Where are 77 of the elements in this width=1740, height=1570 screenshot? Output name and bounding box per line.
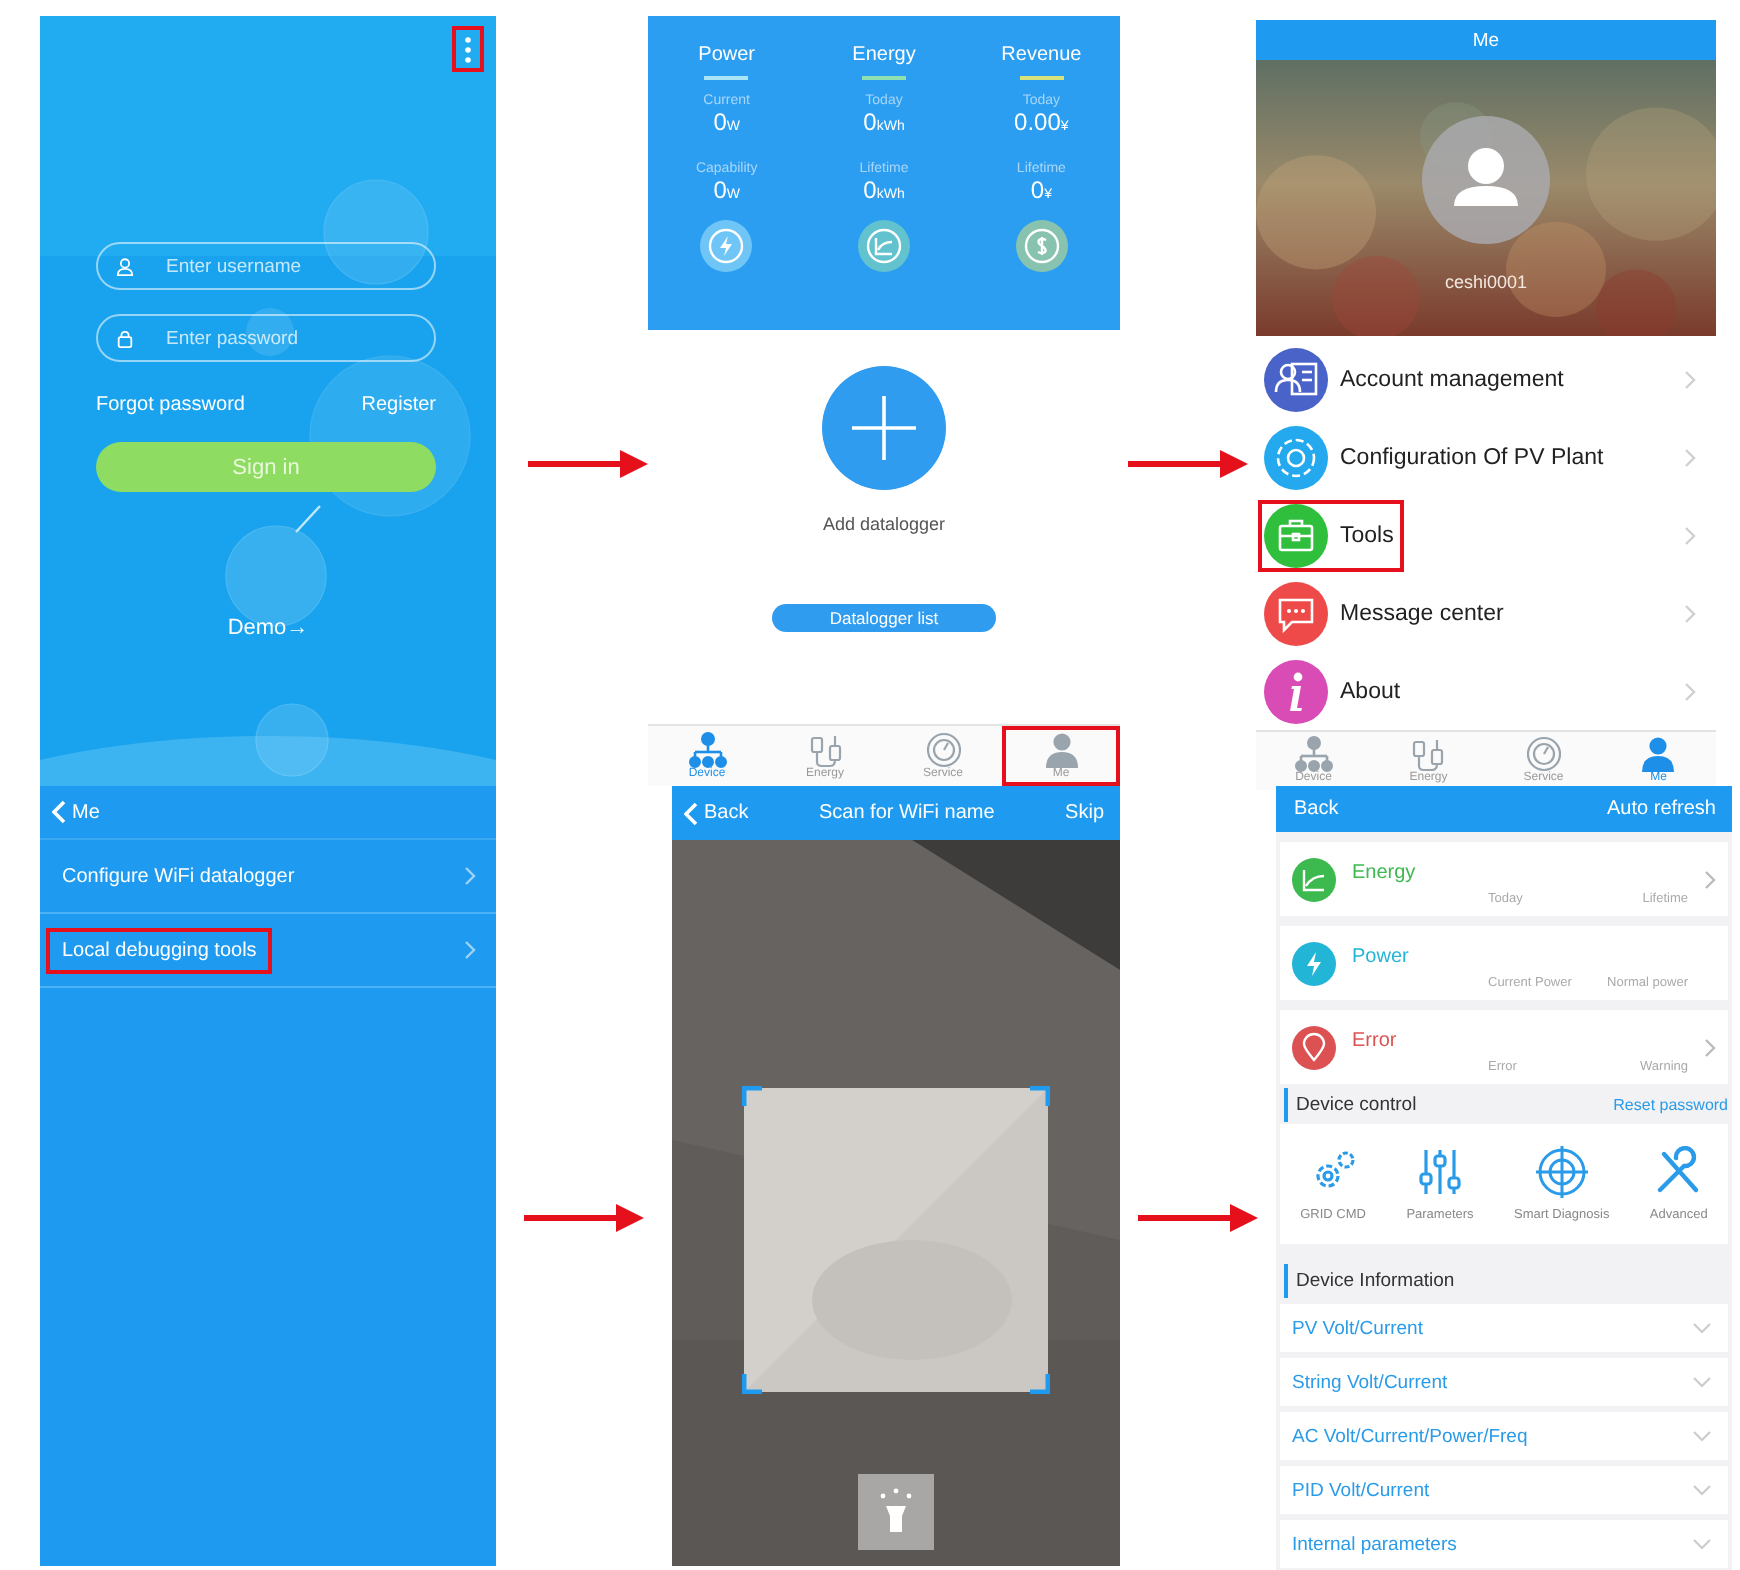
chevron-down-icon [1692,1484,1712,1496]
arrow [1138,1204,1258,1232]
chevron-right-icon [1684,603,1696,623]
back-button[interactable]: Back [672,801,749,825]
register-link[interactable]: Register [361,394,436,416]
plug-icon [1408,736,1449,772]
back-button[interactable]: Me [40,800,100,824]
menu-item[interactable]: Configuration Of PV Plant [1256,418,1716,496]
chevron-right-icon [1684,681,1696,701]
plus-icon [852,396,916,460]
user-icon [116,257,134,275]
chevron-right-icon [1684,447,1696,467]
section-title: Device control [1296,1094,1417,1116]
chevron-right-icon [1684,525,1696,545]
screen-title: Me [1472,29,1500,51]
menu-item[interactable]: Account management [1256,340,1716,418]
chevron-down-icon [1692,1538,1712,1550]
dollar-icon[interactable] [1015,220,1068,272]
target-icon [1535,1146,1588,1198]
plug-icon [805,732,845,768]
chevron-left-icon [52,800,66,824]
menu-icon [464,35,472,63]
list-item[interactable]: Configure WiFi datalogger [40,840,496,914]
reset-password-link[interactable]: Reset password [1613,1096,1728,1114]
menu-button[interactable] [452,26,484,72]
list-item[interactable]: Local debugging tools [40,914,496,988]
screen-title: Scan for WiFi name [818,802,995,824]
person-icon [1638,736,1679,772]
expandable-row[interactable]: PV Volt/Current [1280,1304,1728,1352]
sign-in-button[interactable]: Sign in [96,442,436,492]
expandable-row[interactable]: Internal parameters [1280,1520,1728,1568]
section-title: Device Information [1296,1270,1455,1292]
username: ceshi0001 [1444,272,1528,292]
password-field[interactable]: Enter password [96,314,436,362]
menu-item[interactable]: About [1256,652,1716,730]
auto-refresh-button[interactable]: Auto refresh [1607,798,1716,820]
chevron-right-icon [464,940,476,960]
stat-title: Power [698,44,756,66]
stat-title: Energy [852,44,916,66]
username-field[interactable]: Enter username [96,242,436,290]
chevron-down-icon [1692,1430,1712,1442]
avatar-icon[interactable] [1422,116,1550,244]
forgot-password-link[interactable]: Forgot password [96,394,245,416]
card-title: Power [1352,946,1411,968]
add-datalogger-label: Add datalogger [822,514,946,534]
dial-icon [923,732,963,768]
chevron-down-icon [1692,1322,1712,1334]
dial-icon [1523,736,1564,772]
expandable-row[interactable]: String Volt/Current [1280,1358,1728,1406]
stat-title: Revenue [1001,44,1082,66]
back-button[interactable]: Back [1282,798,1339,820]
lock-icon [116,329,134,347]
chevron-right-icon [1704,1037,1716,1057]
network-icon [687,732,727,768]
chevron-left-icon [684,801,698,825]
chevron-down-icon [1692,1376,1712,1388]
chart-icon[interactable] [858,220,910,272]
card-title: Error [1352,1030,1399,1052]
menu-item[interactable]: Message center [1256,574,1716,652]
arrow [524,1204,644,1232]
lightning-icon[interactable] [700,220,753,272]
expandable-row[interactable]: PID Volt/Current [1280,1466,1728,1514]
card-title: Energy [1352,862,1418,884]
demo-link[interactable]: Demo→ [227,616,309,640]
arrow [528,449,648,477]
network-icon [1293,736,1334,772]
expandable-row[interactable]: AC Volt/Current/Power/Freq [1280,1412,1728,1460]
sliders-icon [1413,1146,1466,1198]
person-icon [1041,732,1081,768]
skip-button[interactable]: Skip [1065,802,1104,824]
chevron-right-icon [1704,869,1716,889]
menu-item[interactable]: Tools [1256,496,1716,574]
datalogger-list-button[interactable]: Datalogger list [772,604,996,632]
chevron-right-icon [464,866,476,886]
chevron-right-icon [1684,369,1696,389]
arrow [1128,449,1248,477]
flashlight-button[interactable] [858,1474,934,1550]
